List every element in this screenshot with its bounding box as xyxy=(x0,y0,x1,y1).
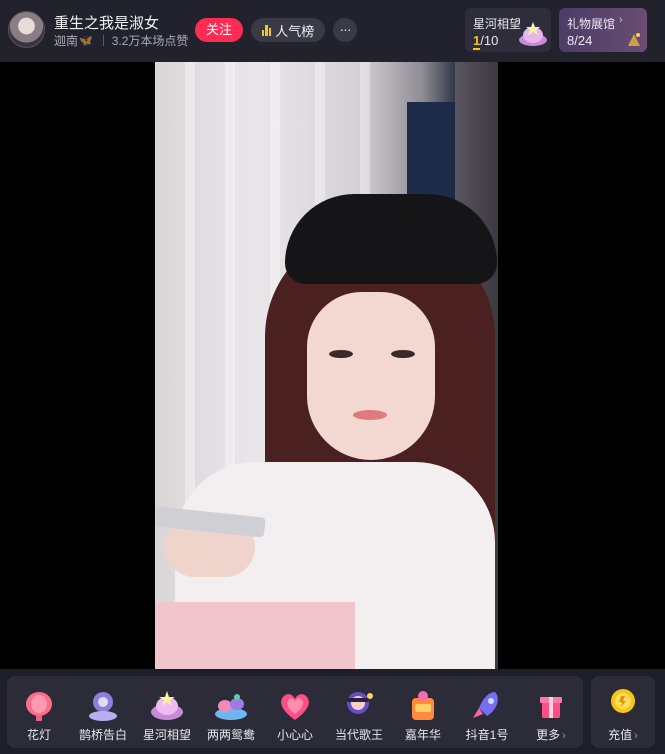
divider xyxy=(102,35,104,46)
bar-chart-icon xyxy=(261,24,272,36)
gift-item-magpie-bridge[interactable]: 鹊桥告白 xyxy=(71,676,135,748)
lantern-icon xyxy=(26,692,52,721)
face-shape xyxy=(307,292,435,460)
coin-icon xyxy=(611,689,635,713)
anchor-name[interactable]: 重生之我是淑女 xyxy=(54,12,159,33)
gift-item-mandarin-ducks[interactable]: 两两鸳鸯 xyxy=(199,676,263,748)
live-video[interactable] xyxy=(155,62,498,669)
gift-item-rocket[interactable]: 抖音1号 xyxy=(455,676,519,748)
recharge-label-row: 充值 › xyxy=(591,726,655,743)
mandarin-ducks-icon xyxy=(215,694,247,720)
gift-bar: 花灯 鹊桥告白 星河相望 两两鸳鸯 小心心 当代歌王 嘉年华 抖音1号 更多 ›… xyxy=(0,669,665,754)
like-count: 3.2万本场点赞 xyxy=(111,34,189,48)
carnival-icon xyxy=(412,691,434,720)
star-river-gift-icon xyxy=(519,22,547,46)
chevron-right-icon: › xyxy=(634,730,638,742)
gift-label: 当代歌王 xyxy=(334,728,383,742)
eye-shape xyxy=(329,350,353,358)
gift-hall-count: 8/24 xyxy=(567,33,593,48)
eye-shape xyxy=(391,350,415,358)
gift-hall-card[interactable]: 礼物展馆 › 8/24 xyxy=(559,8,647,52)
gift-box-icon xyxy=(540,697,562,718)
recharge-label: 充值 xyxy=(608,728,633,742)
gift-label: 花灯 xyxy=(26,728,51,742)
gift-item-heart[interactable]: 小心心 xyxy=(263,676,327,748)
chevron-right-icon: › xyxy=(619,14,623,26)
singer-icon xyxy=(347,692,373,714)
magpie-bridge-icon xyxy=(89,692,117,721)
gift-label: 小心心 xyxy=(276,728,313,742)
gift-label: 星河相望 xyxy=(142,728,191,742)
pink-cushion-shape xyxy=(155,602,355,669)
butterfly-icon: 🦋 xyxy=(79,35,93,47)
anchor-subline: 迦南 🦋 3.2万本场点赞 xyxy=(54,32,188,49)
popularity-rank-label: 人气榜 xyxy=(275,23,315,39)
recharge-button[interactable]: 充值 › xyxy=(591,676,655,748)
star-river-icon xyxy=(151,691,183,720)
follow-button[interactable]: 关注 xyxy=(195,18,243,42)
star-task-progress: 1/10 xyxy=(473,33,499,50)
gift-item-more[interactable]: 更多 › xyxy=(519,676,583,748)
gift-item-lantern[interactable]: 花灯 xyxy=(7,676,71,748)
chevron-right-icon: › xyxy=(562,730,566,742)
gift-label: 嘉年华 xyxy=(404,728,441,742)
gift-label: 抖音1号 xyxy=(465,728,509,742)
popularity-rank-button[interactable]: 人气榜 xyxy=(251,18,325,42)
gift-hall-title: 礼物展馆 xyxy=(567,17,616,31)
star-river-task-card[interactable]: 星河相望 1/10 xyxy=(465,8,551,52)
anchor-tag: 迦南 xyxy=(54,34,79,48)
anchor-avatar[interactable] xyxy=(8,11,45,48)
gift-label: 鹊桥告白 xyxy=(78,728,127,742)
more-options-button[interactable]: ··· xyxy=(333,18,357,42)
heart-icon xyxy=(281,694,309,720)
gift-item-carnival[interactable]: 嘉年华 xyxy=(391,676,455,748)
gift-panel: 花灯 鹊桥告白 星河相望 两两鸳鸯 小心心 当代歌王 嘉年华 抖音1号 更多 › xyxy=(7,676,583,748)
live-stage xyxy=(0,62,665,669)
gift-label: 两两鸳鸯 xyxy=(206,728,255,742)
lips-shape xyxy=(353,410,387,420)
star-task-total: /10 xyxy=(480,33,499,48)
gift-item-star-river[interactable]: 星河相望 xyxy=(135,676,199,748)
more-label: 更多 xyxy=(536,728,561,742)
gift-item-singer[interactable]: 当代歌王 xyxy=(327,676,391,748)
gift-label: 更多 › xyxy=(519,726,583,743)
live-header: 重生之我是淑女 迦南 🦋 3.2万本场点赞 关注 人气榜 ··· 星河相望 1/… xyxy=(0,0,665,62)
star-task-title: 星河相望 xyxy=(473,17,522,31)
trophy-icon xyxy=(628,33,640,46)
rocket-icon xyxy=(473,692,498,718)
headband-shape xyxy=(285,194,497,284)
